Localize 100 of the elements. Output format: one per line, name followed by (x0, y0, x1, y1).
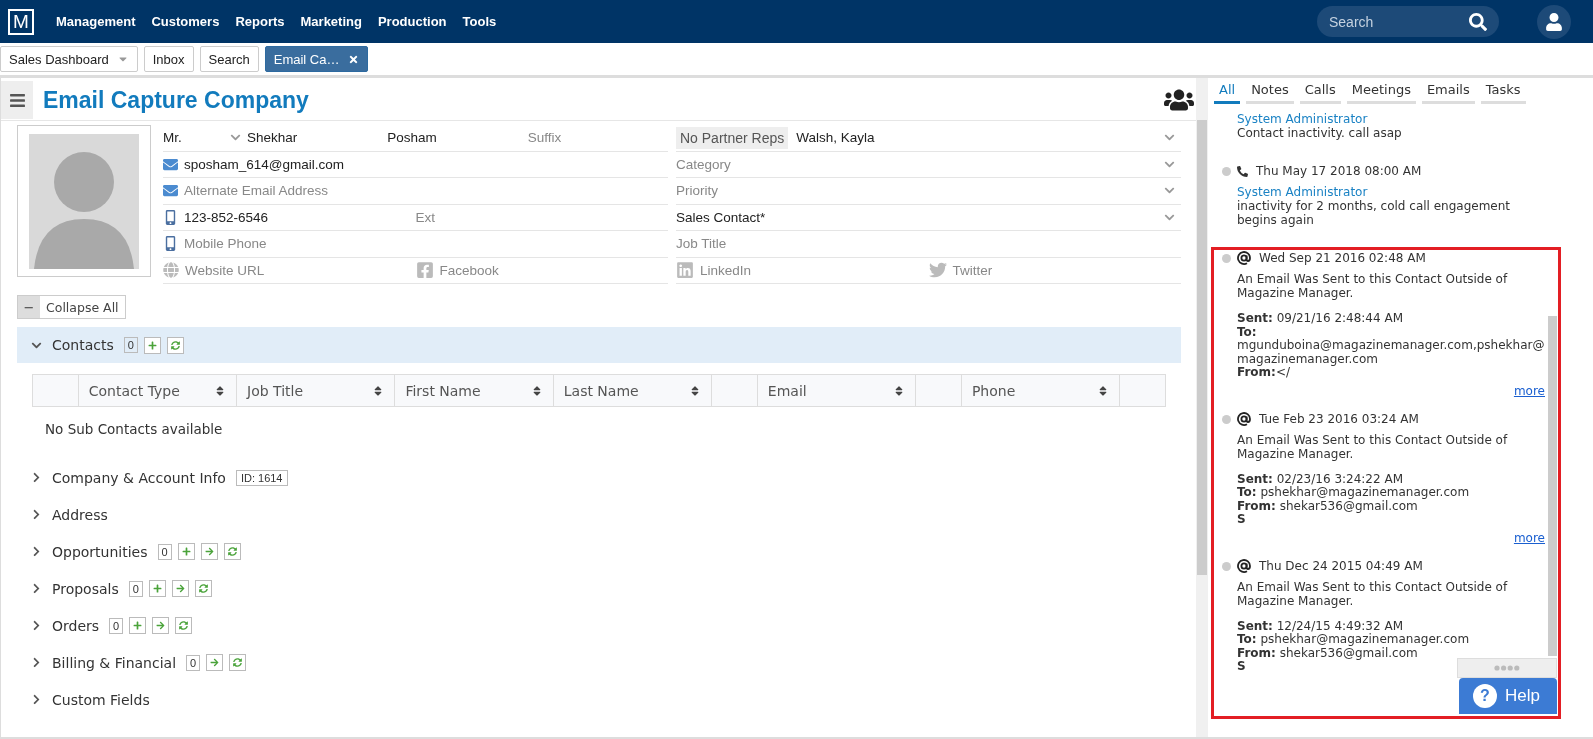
select-field[interactable]: Mr. (163, 130, 224, 146)
input-field[interactable]: LinkedIn (700, 262, 923, 278)
section-title[interactable]: Address (52, 506, 108, 523)
select-field[interactable]: Priority (676, 183, 1158, 199)
column-header[interactable]: Last Name (563, 382, 639, 399)
select-field[interactable]: Category (676, 156, 1158, 172)
refresh-button[interactable] (194, 580, 212, 597)
search-field[interactable]: Search (1317, 6, 1499, 37)
chevron-right-icon[interactable] (31, 472, 42, 483)
author-link[interactable]: System Administrator (1237, 112, 1545, 126)
user-avatar-button[interactable] (1537, 4, 1571, 39)
select-field[interactable]: Sales Contact* (676, 209, 1158, 225)
chevron-right-icon[interactable] (31, 583, 42, 594)
activity-tab[interactable]: Notes (1246, 82, 1294, 104)
close-icon[interactable] (347, 53, 359, 65)
section-title[interactable]: Billing & Financial (52, 654, 177, 671)
partner-reps-button[interactable]: No Partner Reps (676, 126, 789, 149)
scrollbar-thumb[interactable] (1197, 120, 1207, 575)
more-link[interactable]: more (1513, 383, 1545, 398)
logo[interactable]: M (8, 8, 34, 35)
nav-menu-item[interactable]: Customers (151, 14, 220, 29)
chevron-right-icon[interactable] (31, 509, 42, 520)
email-detail: mgunduboina@magazinemanager.com,pshekhar@magazinemanager.com (1237, 339, 1545, 366)
mobile-phone-icon (163, 236, 178, 252)
timeline-dot (1222, 167, 1231, 176)
input-field[interactable]: Ext (415, 209, 662, 225)
timeline-dot (1222, 561, 1231, 571)
nav-menu-item[interactable]: Production (377, 14, 447, 29)
chevron-right-icon[interactable] (31, 620, 42, 631)
plus-icon (152, 584, 162, 593)
tab[interactable]: Inbox (143, 46, 194, 72)
at-sign-icon (1237, 411, 1251, 426)
input-field[interactable]: Job Title (676, 236, 1175, 252)
refresh-button[interactable] (223, 543, 241, 560)
user-icon (1545, 12, 1563, 31)
section-title[interactable]: Opportunities (52, 543, 148, 560)
timeline-dot (1222, 414, 1231, 424)
nav-menu-item[interactable]: Tools (462, 14, 497, 29)
activity-tab[interactable]: Meetings (1346, 82, 1416, 104)
nav-menu-item[interactable]: Reports (235, 14, 285, 29)
section-title[interactable]: Contacts (52, 337, 114, 353)
add-button[interactable] (129, 617, 147, 634)
drag-handle[interactable] (1457, 658, 1557, 678)
arrow-button[interactable] (206, 654, 224, 671)
arrow-button[interactable] (152, 617, 170, 634)
input-field[interactable]: Facebook (439, 262, 662, 278)
section-title[interactable]: Orders (52, 617, 100, 634)
activity-tab[interactable]: Emails (1421, 82, 1475, 104)
column-header[interactable]: Job Title (247, 382, 304, 399)
column-header[interactable]: Email (767, 382, 807, 399)
activity-tab[interactable]: Calls (1299, 82, 1341, 104)
tab[interactable]: Search (199, 46, 259, 72)
nav-menu-item[interactable]: Management (56, 14, 136, 29)
chevron-right-icon[interactable] (31, 657, 42, 668)
chevron-right-icon[interactable] (31, 694, 42, 705)
tab[interactable]: Email Ca… (264, 46, 368, 72)
section-title[interactable]: Proposals (52, 580, 119, 597)
activity-tab[interactable]: All (1214, 82, 1241, 104)
at-sign-icon (1237, 558, 1251, 573)
scrollbar-thumb[interactable] (1548, 316, 1557, 656)
facebook-icon (415, 261, 434, 280)
refresh-icon (170, 340, 180, 350)
input-field[interactable]: Suffix (527, 130, 662, 146)
nav-menu-item[interactable]: Marketing (300, 14, 362, 29)
help-button[interactable]: ? Help (1459, 678, 1557, 714)
input-field[interactable]: Shekhar (247, 130, 382, 146)
arrow-button[interactable] (200, 543, 218, 560)
column-header[interactable]: Phone (971, 382, 1016, 399)
column-header[interactable]: Contact Type (88, 382, 180, 399)
input-field[interactable]: Website URL (185, 262, 410, 278)
select-field[interactable]: Walsh, Kayla (796, 130, 1158, 146)
input-field[interactable]: Mobile Phone (184, 236, 662, 252)
refresh-button[interactable] (175, 617, 193, 634)
section-title[interactable]: Custom Fields (52, 691, 150, 708)
activity-tab[interactable]: Tasks (1480, 82, 1526, 104)
add-button[interactable] (148, 580, 166, 597)
column-header[interactable]: First Name (405, 382, 481, 399)
add-button[interactable] (177, 543, 195, 560)
input-field[interactable]: sposham_614@gmail.com (184, 156, 662, 172)
input-field[interactable]: 123-852-6546 (184, 209, 410, 225)
collapse-all-button[interactable]: − Collapse All (17, 295, 126, 319)
at-sign-icon (1237, 251, 1251, 265)
refresh-button[interactable] (166, 336, 184, 354)
empty-message: No Sub Contacts available (44, 420, 224, 439)
mobile-phone-icon (163, 209, 178, 225)
refresh-icon (179, 621, 189, 630)
section-title[interactable]: Company & Account Info (52, 469, 226, 486)
author-link[interactable]: System Administrator (1237, 185, 1545, 199)
input-field[interactable]: Twitter (952, 262, 1175, 278)
menu-button[interactable] (1, 81, 33, 119)
email-detail: To: (1237, 325, 1257, 339)
arrow-right-icon (156, 621, 166, 630)
chevron-right-icon[interactable] (31, 546, 42, 557)
add-button[interactable] (143, 336, 161, 354)
input-field[interactable]: Posham (387, 130, 522, 146)
input-field[interactable]: Alternate Email Address (184, 183, 662, 199)
refresh-button[interactable] (229, 654, 247, 671)
tab[interactable]: Sales Dashboard (0, 46, 138, 72)
arrow-button[interactable] (171, 580, 189, 597)
more-link[interactable]: more (1513, 530, 1545, 545)
